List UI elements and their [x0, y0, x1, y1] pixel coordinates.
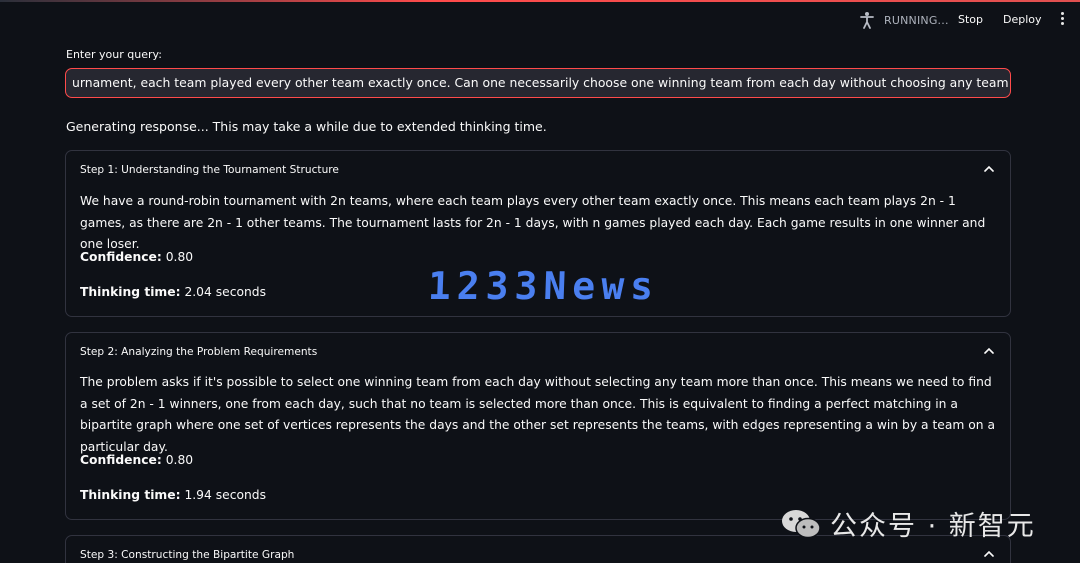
confidence-row: Confidence: 0.80 — [80, 250, 193, 264]
step-title[interactable]: Step 3: Constructing the Bipartite Graph — [80, 549, 294, 561]
thinking-time-label: Thinking time: — [80, 488, 181, 502]
confidence-value: 0.80 — [165, 453, 194, 467]
confidence-value: 0.80 — [165, 250, 194, 264]
step-title[interactable]: Step 2: Analyzing the Problem Requiremen… — [80, 346, 317, 358]
step-body-text: We have a round-robin tournament with 2n… — [80, 194, 986, 251]
chevron-up-icon[interactable] — [984, 165, 994, 173]
query-input[interactable]: urnament, each team played every other t… — [65, 68, 1011, 98]
wechat-icon — [782, 509, 821, 538]
query-label: Enter your query: — [66, 48, 162, 61]
thinking-time-label: Thinking time: — [80, 285, 181, 299]
watermark-text: 1233News — [427, 264, 660, 308]
confidence-label: Confidence: — [80, 250, 162, 264]
confidence-label: Confidence: — [80, 453, 162, 467]
confidence-row: Confidence: 0.80 — [80, 453, 193, 467]
thinking-time-row: Thinking time: 1.94 seconds — [80, 488, 266, 502]
brand-watermark: 公众号 · 新智元 — [780, 504, 1036, 543]
chevron-up-icon[interactable] — [984, 550, 994, 558]
chevron-up-icon[interactable] — [984, 347, 994, 355]
step-expander-2: Step 2: Analyzing the Problem Requiremen… — [65, 332, 1011, 520]
step-body-text: The problem asks if it's possible to sel… — [80, 375, 996, 454]
stop-button[interactable]: Stop — [958, 13, 983, 26]
generating-status-text: Generating response... This may take a w… — [66, 119, 547, 134]
running-person-icon — [860, 12, 874, 29]
running-indicator: RUNNING... — [858, 11, 949, 29]
app-header: RUNNING... Stop Deploy — [0, 0, 1080, 40]
deploy-button[interactable]: Deploy — [1003, 13, 1042, 26]
brand-text: 公众号 · 新智元 — [830, 511, 1036, 542]
thinking-time-row: Thinking time: 2.04 seconds — [80, 285, 266, 299]
thinking-time-value: 1.94 seconds — [184, 488, 266, 502]
running-status-label: RUNNING... — [884, 13, 949, 27]
thinking-time-value: 2.04 seconds — [184, 285, 266, 299]
step-title[interactable]: Step 1: Understanding the Tournament Str… — [80, 164, 339, 176]
more-vertical-icon[interactable] — [1057, 12, 1067, 28]
